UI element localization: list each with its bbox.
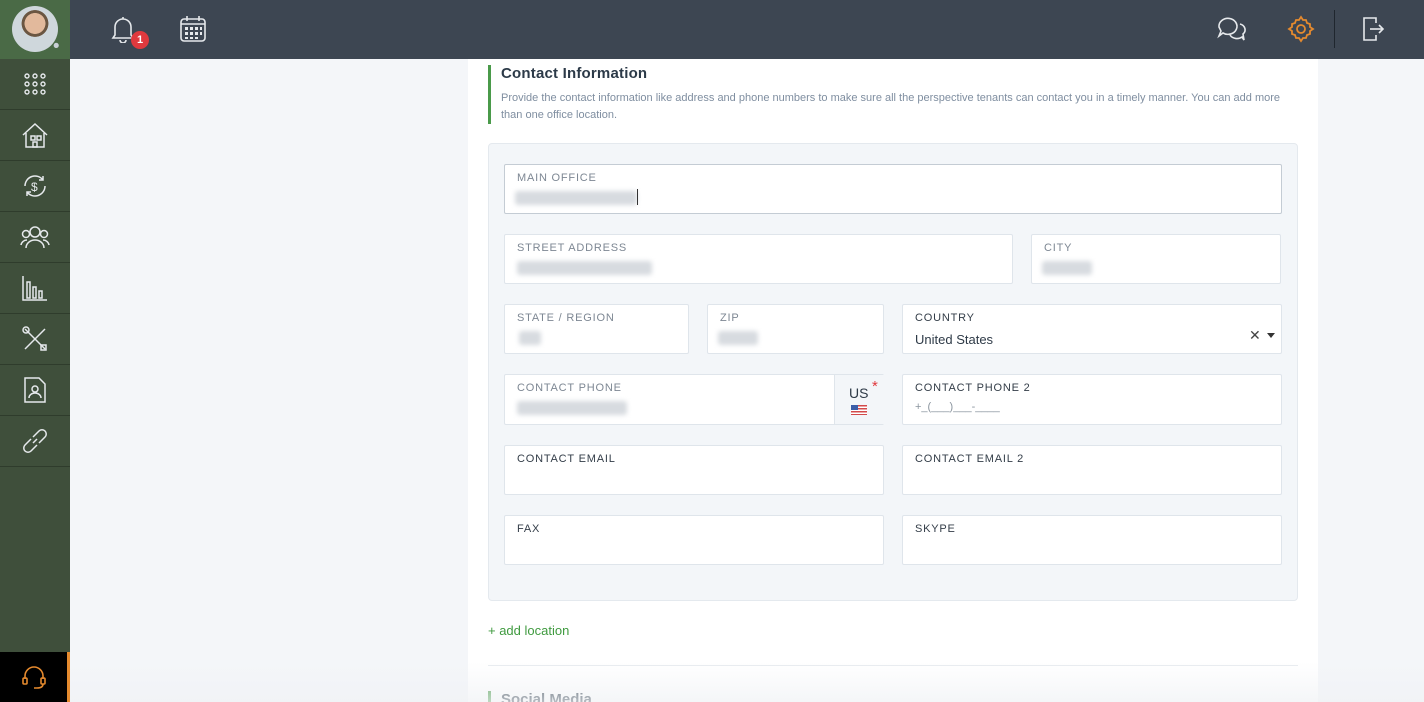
- country-value: United States: [915, 332, 994, 347]
- city-field[interactable]: CITY: [1031, 234, 1281, 284]
- link-icon: [23, 429, 47, 453]
- section-description: Provide the contact information like add…: [501, 92, 1281, 121]
- contact-email-label: CONTACT EMAIL: [517, 453, 616, 465]
- street-address-field[interactable]: STREET ADDRESS: [504, 234, 1013, 284]
- us-flag-icon: [851, 405, 867, 415]
- chat-icon[interactable]: [1216, 14, 1246, 44]
- city-label: CITY: [1044, 242, 1073, 254]
- top-bar: ● 1: [0, 0, 1424, 59]
- contact-section-header: Contact Information Provide the contact …: [488, 65, 1288, 124]
- contact-phone-field[interactable]: CONTACT PHONE US *: [504, 374, 884, 425]
- settings-card: Contact Information Provide the contact …: [468, 59, 1318, 702]
- calendar-icon[interactable]: [178, 14, 208, 44]
- city-value: [1042, 261, 1092, 275]
- dollar-cycle-icon: $: [24, 175, 46, 197]
- zip-field[interactable]: ZIP: [707, 304, 884, 354]
- gear-icon[interactable]: [1286, 14, 1316, 44]
- state-region-label: STATE / REGION: [517, 312, 615, 324]
- headset-icon: [21, 666, 46, 689]
- add-location-link[interactable]: + add location: [488, 623, 569, 638]
- svg-text:$: $: [31, 180, 38, 194]
- sidebar-item-integrations[interactable]: [0, 416, 70, 467]
- contact-phone-label: CONTACT PHONE: [517, 382, 622, 394]
- skype-field[interactable]: SKYPE: [902, 515, 1282, 565]
- fax-field[interactable]: FAX: [504, 515, 884, 565]
- buildings-icon: [22, 122, 48, 148]
- contact-phone-2-label: CONTACT PHONE 2: [915, 382, 1031, 394]
- sidebar-item-tenants[interactable]: [0, 212, 70, 263]
- zip-label: ZIP: [720, 312, 740, 324]
- contact-email-field[interactable]: CONTACT EMAIL: [504, 445, 884, 495]
- contact-phone-value: [517, 401, 627, 415]
- sidebar-item-payments[interactable]: $: [0, 161, 70, 212]
- state-region-value: [519, 331, 541, 345]
- state-region-field[interactable]: STATE / REGION: [504, 304, 689, 354]
- section-title: Contact Information: [501, 65, 648, 82]
- section-divider: [488, 665, 1298, 666]
- contact-phone-2-field[interactable]: CONTACT PHONE 2 +_(___)___-____: [902, 374, 1282, 425]
- sidebar-item-properties[interactable]: [0, 110, 70, 161]
- user-avatar[interactable]: ●: [0, 0, 70, 59]
- sidebar-item-maintenance[interactable]: [0, 314, 70, 365]
- main-office-value: [515, 191, 637, 205]
- sidebar-item-documents[interactable]: [0, 365, 70, 416]
- fax-label: FAX: [517, 523, 541, 535]
- contact-phone-2-placeholder: +_(___)___-____: [915, 401, 1000, 413]
- contact-email-2-label: CONTACT EMAIL 2: [915, 453, 1024, 465]
- street-address-label: STREET ADDRESS: [517, 242, 628, 254]
- text-cursor: [637, 189, 638, 205]
- profile-document-icon: [24, 377, 46, 403]
- sidebar-item-apps[interactable]: [0, 59, 70, 110]
- clear-icon[interactable]: ✕: [1249, 327, 1261, 344]
- logout-icon[interactable]: [1358, 14, 1388, 44]
- country-label: COUNTRY: [915, 312, 975, 324]
- location-panel: MAIN OFFICE STREET ADDRESS CITY STATE / …: [488, 143, 1298, 601]
- country-select[interactable]: COUNTRY United States ✕: [902, 304, 1282, 354]
- skype-label: SKYPE: [915, 523, 956, 535]
- main-office-label: MAIN OFFICE: [517, 172, 597, 184]
- phone-country-code: US: [849, 385, 869, 401]
- people-icon: [20, 226, 50, 249]
- notification-badge: 1: [131, 31, 149, 49]
- required-marker: *: [872, 378, 878, 395]
- chevron-down-icon[interactable]: [1267, 333, 1275, 338]
- sidebar-item-reports[interactable]: [0, 263, 70, 314]
- bar-chart-icon: [22, 276, 47, 301]
- tools-icon: [22, 326, 47, 351]
- social-media-heading: Social Media: [488, 691, 592, 702]
- grid-icon: [24, 73, 46, 95]
- phone-country-selector[interactable]: US *: [834, 375, 884, 424]
- topbar-divider: [1334, 10, 1335, 48]
- street-address-value: [517, 261, 652, 275]
- support-button[interactable]: [0, 652, 70, 702]
- main-office-field[interactable]: MAIN OFFICE: [504, 164, 1282, 214]
- zip-value: [718, 331, 758, 345]
- contact-email-2-field[interactable]: CONTACT EMAIL 2: [902, 445, 1282, 495]
- sidebar: $: [0, 59, 70, 702]
